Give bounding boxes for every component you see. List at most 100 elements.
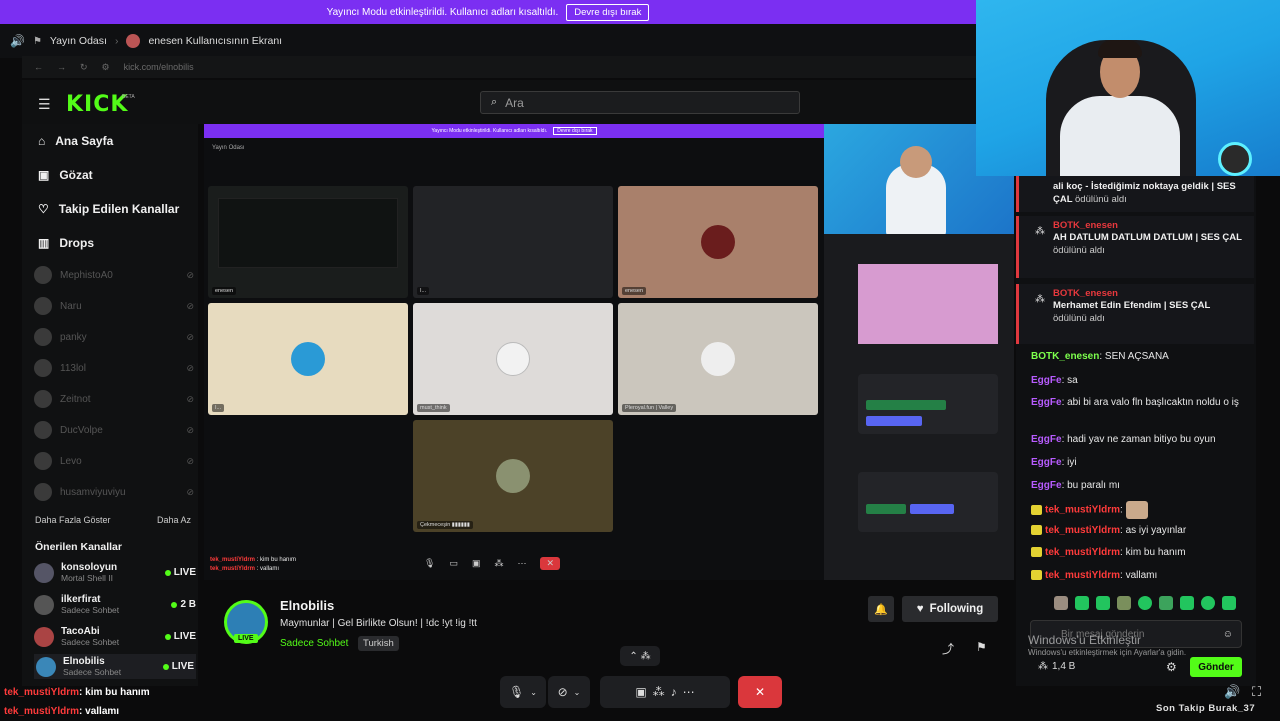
overlay-chat-line: tek_mustiYldrm: vallamı xyxy=(4,702,150,721)
followed-channel[interactable]: 113lol ⊘ xyxy=(34,359,194,377)
offline-icon: ⊘ xyxy=(186,424,194,435)
status-text: LIVE xyxy=(171,661,194,672)
recommended-channel[interactable]: TacoAbi Sadece Sohbet LIVE xyxy=(34,626,196,647)
subscriber-badge-icon xyxy=(1031,505,1042,515)
overlay-chat-user: tek_mustiYldrm xyxy=(4,687,80,698)
following-label: Following xyxy=(929,603,984,615)
fullscreen-icon[interactable]: ⛶ xyxy=(1252,684,1261,700)
tile-label: must_think xyxy=(417,404,450,412)
avatar xyxy=(34,328,52,346)
followed-channel[interactable]: husamviyuviyu ⊘ xyxy=(34,483,194,501)
chat-user[interactable]: tek_mustiYldrm xyxy=(1045,525,1120,536)
emote-icon[interactable] xyxy=(1075,596,1089,610)
reward-icon: ⁂ xyxy=(1035,294,1045,305)
chat-user[interactable]: EggFe xyxy=(1031,397,1062,408)
activities-icon[interactable]: ⁂ xyxy=(653,685,665,699)
chat-line: tek_mustiYldrm : kim bu hanım xyxy=(210,557,297,563)
share-icon[interactable]: ⤴ xyxy=(942,640,954,657)
channel-name[interactable]: Elnobilis xyxy=(280,598,334,613)
channel-name: TacoAbi xyxy=(61,626,100,637)
nav-drops[interactable]: ▥ Drops xyxy=(38,236,94,250)
site-info-icon[interactable]: ⚙ xyxy=(102,62,110,73)
avatar xyxy=(34,562,54,583)
recommended-channel[interactable]: ilkerfirat Sadece Sohbet 2 B xyxy=(34,594,196,615)
camera-button[interactable]: ⊘ ⌄ xyxy=(548,676,590,708)
channel-name: Elnobilis xyxy=(63,656,105,667)
banner-text: Yayıncı Modu etkinleştirildi. Kullanıcı … xyxy=(326,6,559,18)
emote-icon[interactable] xyxy=(1180,596,1194,610)
avatar xyxy=(36,656,56,677)
back-icon[interactable]: ← xyxy=(34,62,43,72)
chat-user[interactable]: EggFe xyxy=(1031,375,1062,386)
search-input[interactable]: ⌕ Ara xyxy=(480,91,800,114)
person-hair xyxy=(1098,40,1142,58)
settings-icon[interactable]: ⚙ xyxy=(1166,660,1177,674)
emote-icon[interactable] xyxy=(1096,596,1110,610)
nav-following[interactable]: ♡ Takip Edilen Kanallar xyxy=(38,202,179,216)
forward-icon[interactable]: → xyxy=(57,62,66,72)
microphone-button[interactable]: 🎙 ⌄ xyxy=(500,676,546,708)
chat-text: abi bi ara valo fln başlıcaktın noldu o … xyxy=(1067,397,1239,408)
kick-logo[interactable]: KICK xyxy=(66,92,128,117)
chat-user[interactable]: EggFe xyxy=(1031,434,1062,445)
chat-text: bu paralı mı xyxy=(1067,480,1120,491)
nav-home[interactable]: ⌂ Ana Sayfa xyxy=(38,134,113,148)
followed-channel[interactable]: Naru ⊘ xyxy=(34,297,194,315)
collapse-participants-icon[interactable]: ⌃ ⁂ xyxy=(620,646,660,666)
category-link[interactable]: Sadece Sohbet xyxy=(280,638,348,649)
show-more-link[interactable]: Daha Fazla Göster xyxy=(35,515,111,525)
chat-text: iyi xyxy=(1067,457,1077,468)
emoji-icon[interactable]: ☺ xyxy=(1223,629,1233,640)
emote-icon[interactable] xyxy=(1117,596,1131,610)
url-field[interactable]: kick.com/elnobilis xyxy=(124,62,194,72)
inner-banner-button: Devre dışı bırak xyxy=(553,127,597,135)
nav-browse[interactable]: ▣ Gözat xyxy=(38,168,93,182)
video-tile: I... xyxy=(413,186,613,298)
notification-bell-icon[interactable]: 🔔 xyxy=(868,596,894,622)
subscriber-badge-icon xyxy=(1031,525,1042,536)
emote-icon[interactable] xyxy=(1138,596,1152,610)
room-name[interactable]: Yayın Odası xyxy=(50,35,107,47)
offline-icon: ⊘ xyxy=(186,455,194,466)
emote-icon[interactable] xyxy=(1159,596,1173,610)
chat-user[interactable]: EggFe xyxy=(1031,457,1062,468)
video-inner-chat: tek_mustiYldrm : kim bu hanım tek_mustiY… xyxy=(210,556,296,574)
cat-emote-icon xyxy=(1125,501,1148,519)
followed-channel[interactable]: Zeitnot ⊘ xyxy=(34,390,194,408)
send-button[interactable]: Gönder xyxy=(1190,657,1242,677)
participant-avatar xyxy=(701,342,735,376)
following-button[interactable]: ♥ Following xyxy=(902,596,998,622)
show-less-link[interactable]: Daha Az xyxy=(157,515,191,525)
more-options-icon[interactable]: ⋯ xyxy=(683,685,695,699)
live-dot xyxy=(171,601,178,608)
chat-user[interactable]: BOTK_enesen xyxy=(1031,351,1099,362)
nav-drops-label: Drops xyxy=(59,236,95,250)
emote-icon[interactable] xyxy=(1054,596,1068,610)
chat-user[interactable]: tek_mustiYldrm xyxy=(1045,570,1120,581)
screen-share-icon[interactable]: ▣ xyxy=(635,685,646,699)
overlay-chat-line: tek_mustiYldrm: kim bu hanım xyxy=(4,683,150,702)
channel-name: 113lol xyxy=(60,362,86,374)
disable-streamer-mode-button[interactable]: Devre dışı bırak xyxy=(566,3,650,21)
recommended-channel[interactable]: konsoloyun Mortal Shell II LIVE xyxy=(34,562,196,583)
emote-icon[interactable] xyxy=(1201,596,1215,610)
emote-icon[interactable] xyxy=(1222,596,1236,610)
leave-call-button[interactable]: ✕ xyxy=(738,676,782,708)
chat-user[interactable]: tek_mustiYldrm xyxy=(1045,505,1120,516)
mic-icon: 🎙 xyxy=(509,685,525,699)
followed-channel[interactable]: MephistoA0 ⊘ xyxy=(34,266,194,284)
reload-icon[interactable]: ↻ xyxy=(80,62,88,73)
video-tile: enesen xyxy=(618,186,818,298)
channel-category: Sadece Sohbet xyxy=(63,667,122,677)
report-icon[interactable]: ⚑ xyxy=(976,640,987,654)
language-tag[interactable]: Turkish xyxy=(358,636,399,651)
soundboard-icon[interactable]: ♪ xyxy=(671,685,677,699)
recommended-channel-active[interactable]: Elnobilis Sadece Sohbet LIVE xyxy=(34,654,196,679)
chat-user[interactable]: EggFe xyxy=(1031,480,1062,491)
chat-user[interactable]: tek_mustiYldrm xyxy=(1045,547,1120,558)
followed-channel[interactable]: Levo ⊘ xyxy=(34,452,194,470)
followed-channel[interactable]: DucVolpe ⊘ xyxy=(34,421,194,439)
menu-icon[interactable]: ☰ xyxy=(38,96,51,113)
followed-channel[interactable]: panky ⊘ xyxy=(34,328,194,346)
volume-icon[interactable]: 🔊 xyxy=(1224,684,1240,700)
